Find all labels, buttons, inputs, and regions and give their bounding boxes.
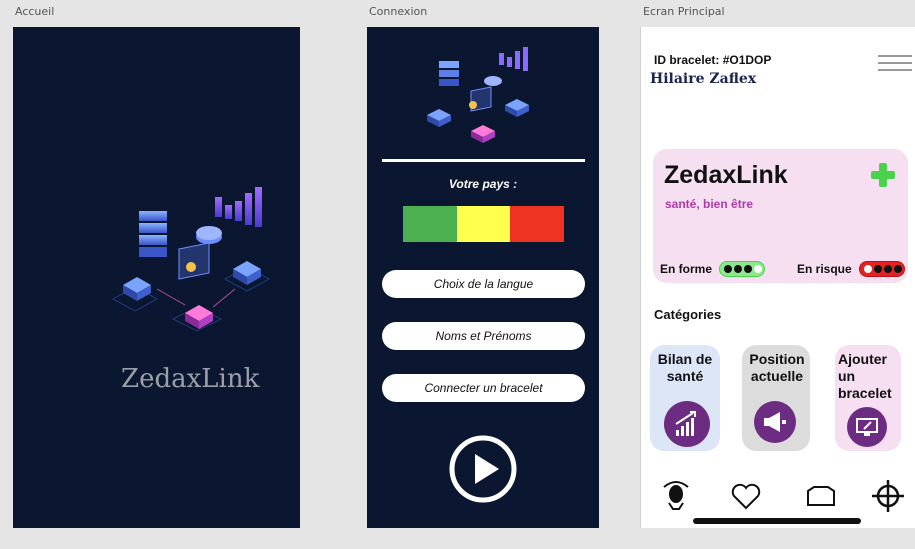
home-indicator-bar [693,518,861,524]
isometric-network-illustration [427,47,529,143]
artboard-label-connexion: Connexion [369,5,428,18]
connexion-screen: Votre pays : Choix de la langue Noms et … [367,27,599,528]
artboard-label-accueil: Accueil [15,5,55,18]
status-risk-label: En risque [797,262,852,276]
plus-icon[interactable] [869,161,897,189]
home-icon[interactable] [804,479,838,513]
bracelet-id: ID bracelet: #O1DOP [654,53,772,67]
accueil-screen: ZedaxLink [13,27,300,528]
flag-stripe-yellow [456,206,511,242]
language-choice-button[interactable]: Choix de la langue [382,270,585,298]
flag-stripe-green [403,206,457,242]
app-brand-title: ZedaxLink [121,364,260,394]
tile-ajouter-bracelet[interactable]: Ajouter un bracelet [835,345,901,451]
artboard-label-principal: Ecran Principal [643,5,725,18]
tile-position-actuelle[interactable]: Position actuelle [742,345,810,451]
divider [382,159,585,162]
main-screen: ID bracelet: #O1DOP Hilaire Zaflex Zedax… [640,27,915,528]
card-title: ZedaxLink [664,161,788,189]
megaphone-icon [754,401,796,443]
flag-stripe-red [510,206,565,242]
hamburger-menu-icon[interactable] [878,55,912,73]
health-status-card: ZedaxLink santé, bien être En forme En r… [653,149,908,283]
status-ok-label: En forme [660,262,713,276]
heart-icon[interactable] [729,479,763,513]
categories-title: Catégories [654,307,722,322]
isometric-network-illustration [111,187,271,332]
profile-icon[interactable] [659,479,693,513]
chart-growth-icon [664,401,710,447]
full-name-field[interactable]: Noms et Prénoms [382,322,585,350]
target-icon[interactable] [871,479,905,513]
status-risk-toggle[interactable] [859,261,905,277]
user-name: Hilaire Zaflex [650,71,757,87]
tile-label: Position actuelle [749,351,805,384]
country-label: Votre pays : [448,177,518,191]
connect-bracelet-button[interactable]: Connecter un bracelet [382,374,585,402]
tile-bilan-sante[interactable]: Bilan de santé [650,345,720,451]
play-button-icon[interactable] [449,435,517,503]
card-subtitle: santé, bien être [665,197,754,211]
tile-label: Ajouter un bracelet [838,351,892,401]
tile-label: Bilan de santé [657,351,713,384]
screen-edit-icon [847,407,887,447]
country-flag-selector[interactable] [403,206,565,242]
status-ok-toggle[interactable] [719,261,765,277]
